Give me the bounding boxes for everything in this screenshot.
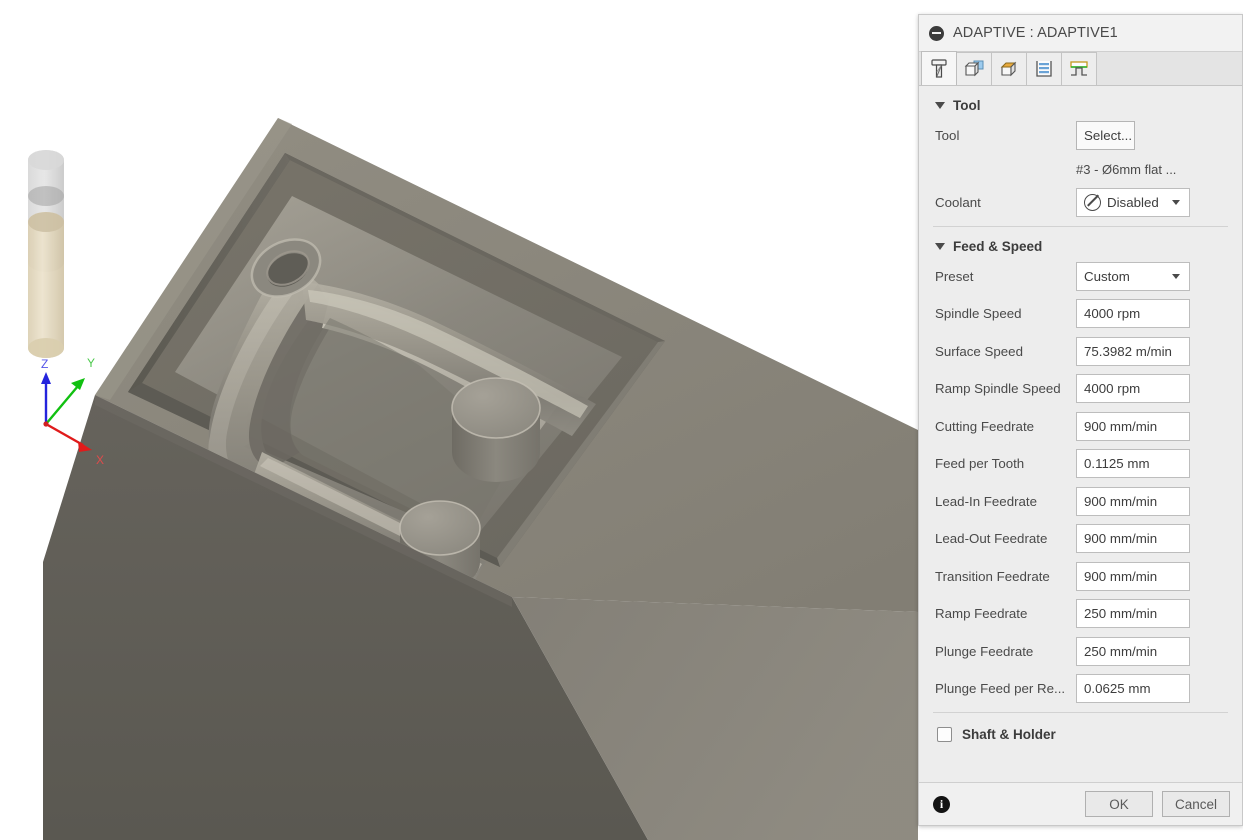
chevron-down-icon: [1172, 273, 1180, 279]
tool-collar: [28, 186, 64, 206]
tab-tool[interactable]: [921, 51, 957, 85]
stock-box-icon: [1000, 61, 1017, 77]
minus-circle-icon[interactable]: [929, 25, 944, 41]
label-coolant: Coolant: [935, 194, 981, 210]
tool-flute-top: [28, 212, 64, 232]
label-surface-speed: Surface Speed: [935, 343, 1023, 359]
row-coolant: Coolant Disabled: [919, 187, 1242, 217]
shaft-and-holder-checkbox[interactable]: [937, 727, 952, 742]
lead-in-feedrate-input[interactable]: 900 mm/min: [1076, 486, 1190, 516]
dialog-tabs: [919, 51, 1242, 86]
page-title: ADAPTIVE : ADAPTIVE1: [953, 25, 1118, 41]
label-plunge-feedrate: Plunge Feedrate: [935, 643, 1034, 659]
tab-passes[interactable]: [1026, 52, 1062, 85]
row-ramp-feedrate: Ramp Feedrate 250 mm/min: [919, 599, 1242, 628]
operation-dialog: ADAPTIVE : ADAPTIVE1 Tool Tool Select...…: [918, 14, 1243, 826]
endmill-tool-icon: [931, 58, 947, 78]
group-title-feed-and-speed: Feed & Speed: [953, 238, 1043, 254]
surface-speed-input[interactable]: 75.3982 m/min: [1076, 336, 1190, 366]
ok-button[interactable]: OK: [1085, 791, 1153, 817]
row-lead-in-feedrate: Lead-In Feedrate 900 mm/min: [919, 486, 1242, 516]
dialog-footer: i OK Cancel: [919, 782, 1242, 825]
cam-3d-viewport[interactable]: Z Y X: [0, 0, 918, 840]
tool-holder-top: [28, 150, 64, 170]
info-icon[interactable]: i: [933, 795, 950, 813]
axis-z-label: Z: [41, 357, 48, 371]
row-surface-speed: Surface Speed 75.3982 m/min: [919, 336, 1242, 366]
axis-z-arrow: [41, 372, 51, 384]
preset-select[interactable]: Custom: [1076, 261, 1190, 291]
axis-y-line: [45, 385, 79, 425]
chevron-down-icon: [935, 102, 945, 109]
tool-cylinder: [28, 150, 64, 358]
row-preset: Preset Custom: [919, 261, 1242, 291]
shaft-and-holder-label: Shaft & Holder: [962, 727, 1056, 742]
no-entry-icon: [1084, 193, 1101, 211]
chevron-down-icon: [935, 242, 945, 250]
label-ramp-feedrate: Ramp Feedrate: [935, 606, 1028, 621]
label-spindle-speed: Spindle Speed: [935, 306, 1022, 321]
row-ramp-spindle-speed: Ramp Spindle Speed 4000 rpm: [919, 374, 1242, 403]
chevron-down-icon: [1172, 199, 1180, 205]
tab-heights[interactable]: [991, 52, 1027, 85]
tool-flute: [28, 212, 64, 358]
row-cutting-feedrate: Cutting Feedrate 900 mm/min: [919, 411, 1242, 441]
geometry-faces-icon: [964, 60, 984, 77]
ramp-spindle-speed-input[interactable]: 4000 rpm: [1076, 374, 1190, 403]
axis-y-label: Y: [87, 356, 95, 370]
tool-description: #3 - Ø6mm flat ...: [1076, 162, 1177, 177]
group-header-shaft-and-holder[interactable]: Shaft & Holder: [919, 713, 1242, 754]
passes-layers-icon: [1036, 61, 1052, 77]
tool-select-button[interactable]: Select...: [1076, 121, 1135, 150]
viewport-render: Z Y X: [28, 118, 918, 840]
label-plunge-feed-per-revolution: Plunge Feed per Re...: [935, 681, 1066, 696]
axis-x-label: X: [96, 453, 104, 467]
label-lead-in-feedrate: Lead-In Feedrate: [935, 493, 1038, 509]
coolant-value: Disabled: [1107, 194, 1159, 210]
lead-out-feedrate-input[interactable]: 900 mm/min: [1076, 524, 1190, 553]
part-boss-right: [451, 377, 541, 482]
tab-linking[interactable]: [1061, 52, 1097, 85]
ramp-feedrate-input[interactable]: 250 mm/min: [1076, 599, 1190, 628]
row-lead-out-feedrate: Lead-Out Feedrate 900 mm/min: [919, 524, 1242, 553]
row-feed-per-tooth: Feed per Tooth 0.1125 mm: [919, 449, 1242, 478]
tab-geometry[interactable]: [956, 52, 992, 85]
dialog-titlebar[interactable]: ADAPTIVE : ADAPTIVE1: [919, 15, 1242, 52]
preset-value: Custom: [1084, 268, 1130, 284]
axis-origin: [43, 421, 49, 427]
group-title-tool: Tool: [953, 98, 981, 113]
feed-per-tooth-input[interactable]: 0.1125 mm: [1076, 449, 1190, 478]
row-plunge-feed-per-revolution: Plunge Feed per Re... 0.0625 mm: [919, 674, 1242, 703]
linking-ramp-icon: [1070, 61, 1088, 76]
cancel-button[interactable]: Cancel: [1162, 791, 1230, 817]
axis-y-arrow: [71, 378, 85, 390]
group-header-feed-and-speed[interactable]: Feed & Speed: [919, 227, 1242, 262]
label-preset: Preset: [935, 268, 974, 284]
label-transition-feedrate: Transition Feedrate: [935, 568, 1050, 584]
label-feed-per-tooth: Feed per Tooth: [935, 456, 1025, 471]
row-tool: Tool Select...: [919, 121, 1242, 150]
label-tool: Tool: [935, 128, 960, 143]
plunge-feedrate-input[interactable]: 250 mm/min: [1076, 636, 1190, 666]
transition-feedrate-input[interactable]: 900 mm/min: [1076, 561, 1190, 591]
plunge-feed-per-revolution-input[interactable]: 0.0625 mm: [1076, 674, 1190, 703]
label-cutting-feedrate: Cutting Feedrate: [935, 418, 1035, 434]
dialog-body: Tool Tool Select... #3 - Ø6mm flat ... C…: [919, 86, 1242, 782]
spindle-speed-input[interactable]: 4000 rpm: [1076, 299, 1190, 328]
axis-x-line: [45, 422, 84, 447]
label-lead-out-feedrate: Lead-Out Feedrate: [935, 531, 1048, 546]
coolant-select[interactable]: Disabled: [1076, 187, 1190, 217]
row-spindle-speed: Spindle Speed 4000 rpm: [919, 299, 1242, 328]
row-plunge-feedrate: Plunge Feedrate 250 mm/min: [919, 636, 1242, 666]
label-ramp-spindle-speed: Ramp Spindle Speed: [935, 381, 1061, 396]
tool-tip: [28, 338, 64, 358]
group-header-tool[interactable]: Tool: [919, 86, 1242, 121]
cutting-feedrate-input[interactable]: 900 mm/min: [1076, 411, 1190, 441]
row-transition-feedrate: Transition Feedrate 900 mm/min: [919, 561, 1242, 591]
